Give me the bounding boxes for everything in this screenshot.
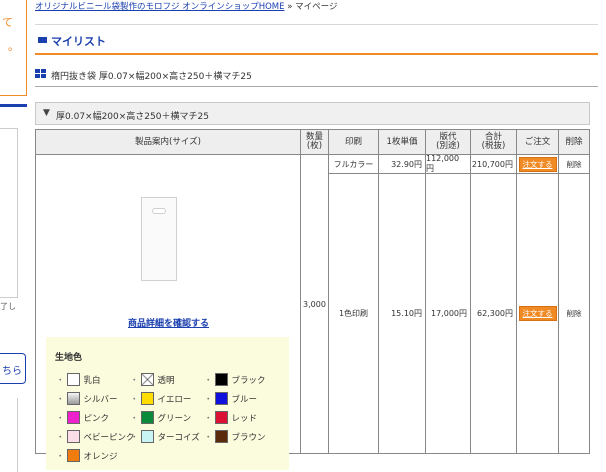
page-title-box: マイリスト xyxy=(35,24,598,55)
quantity-value: 3,000 xyxy=(303,299,326,309)
table-row-delete: 削除 xyxy=(559,155,589,174)
color-swatch xyxy=(214,373,228,386)
table-row-plate-fee: 17,000円 xyxy=(426,174,471,453)
table-row-total: 210,700円 xyxy=(471,155,517,174)
grid-icon xyxy=(35,69,47,79)
order-button[interactable]: 注文する xyxy=(518,156,557,172)
table-row-unit-price: 15.10円 xyxy=(379,174,426,453)
table-row-order: 注文する xyxy=(517,174,559,453)
bag-image xyxy=(141,197,177,281)
delete-link[interactable]: 削除 xyxy=(567,159,582,170)
color-option: ・ピンク xyxy=(56,411,109,424)
color-option: ・イエロー xyxy=(130,392,191,405)
size-collapse-toggle[interactable]: ▼ 厚0.07×幅200×高さ250＋横マチ25 xyxy=(35,102,590,125)
order-button[interactable]: 注文する xyxy=(518,306,557,321)
color-swatch xyxy=(66,430,80,443)
product-heading: 楕円抜き袋 厚0.07×幅200×高さ250＋横マチ25 xyxy=(35,60,598,87)
color-option: ・オレンジ xyxy=(56,449,118,462)
color-panel-title: 生地色 xyxy=(55,353,83,363)
left-sidebar-panel: て 。 xyxy=(0,0,27,96)
color-swatch xyxy=(66,392,80,405)
color-swatch xyxy=(140,373,154,386)
header-delete: 削除 xyxy=(559,130,589,155)
color-option: ・乳白 xyxy=(56,373,101,386)
header-print: 印刷 xyxy=(329,130,379,155)
color-swatch xyxy=(140,411,154,424)
color-swatch xyxy=(140,392,154,405)
color-swatch xyxy=(214,411,228,424)
header-product: 製品案内(サイズ) xyxy=(36,130,301,155)
header-plate-fee: 版代 (別途) xyxy=(426,130,471,155)
size-label: 厚0.07×幅200×高さ250＋横マチ25 xyxy=(56,112,209,122)
left-sidebar-box xyxy=(0,128,18,298)
header-unit-price: 1枚単価 xyxy=(379,130,426,155)
header-order: ご注文 xyxy=(517,130,559,155)
color-option: ・ベビーピンク xyxy=(56,430,135,443)
color-swatch xyxy=(140,430,154,443)
breadcrumb: オリジナルビニール袋製作のモロフジ オンラインショップHOME » マイページ xyxy=(35,0,337,12)
left-sidebar-divider xyxy=(0,104,27,107)
table-row-order: 注文する xyxy=(517,155,559,174)
header-quantity: 数量 (枚) xyxy=(301,130,329,155)
left-sidebar-button[interactable]: ちら xyxy=(0,353,26,384)
breadcrumb-current: マイページ xyxy=(295,2,338,12)
color-swatch xyxy=(214,430,228,443)
color-option: ・グリーン xyxy=(130,411,191,424)
delete-link[interactable]: 削除 xyxy=(567,308,582,319)
left-sidebar-text: て xyxy=(2,16,13,29)
color-option: ・ターコイズ xyxy=(130,430,200,443)
table-row-print: フルカラー xyxy=(329,155,379,174)
table-row-print: 1色印刷 xyxy=(329,174,379,453)
color-swatch xyxy=(214,392,228,405)
page-title: マイリスト xyxy=(51,35,106,48)
left-sidebar-box xyxy=(0,398,18,472)
left-sidebar-text: 。 xyxy=(8,40,19,53)
color-panel: 生地色 ・乳白 ・透明 ・ブラック ・シルバー ・イエロー ・ブルー ・ピンク … xyxy=(46,337,289,470)
table-row-delete: 削除 xyxy=(559,174,589,453)
color-option: ・ブルー xyxy=(204,392,257,405)
product-cell: 商品詳細を確認する 生地色 ・乳白 ・透明 ・ブラック ・シルバー ・イエロー … xyxy=(36,155,301,470)
header-total: 合計 (税抜) xyxy=(471,130,517,155)
title-square-icon xyxy=(38,37,47,43)
mylist-table: 製品案内(サイズ) 数量 (枚) 印刷 1枚単価 版代 (別途) 合計 (税抜)… xyxy=(35,129,590,470)
color-swatch xyxy=(66,449,80,462)
table-row-total: 62,300円 xyxy=(471,174,517,453)
table-row-plate-fee: 112,000円 xyxy=(426,154,471,174)
left-sidebar-small-text: 了し xyxy=(0,302,16,311)
product-heading-text: 楕円抜き袋 厚0.07×幅200×高さ250＋横マチ25 xyxy=(51,72,252,82)
color-option: ・レッド xyxy=(204,411,257,424)
color-swatch xyxy=(66,411,80,424)
color-option: ・シルバー xyxy=(56,392,118,405)
color-swatch xyxy=(66,373,80,386)
breadcrumb-home-link[interactable]: オリジナルビニール袋製作のモロフジ オンラインショップHOME xyxy=(35,2,285,12)
color-option: ・ブラック xyxy=(204,373,266,386)
color-option: ・透明 xyxy=(130,373,175,386)
triangle-down-icon: ▼ xyxy=(43,108,50,118)
table-row-unit-price: 32.90円 xyxy=(379,155,426,174)
breadcrumb-separator: » xyxy=(287,2,293,12)
product-detail-link[interactable]: 商品詳細を確認する xyxy=(36,316,301,329)
quantity-cell: 3,000 xyxy=(301,155,329,453)
color-option: ・ブラウン xyxy=(204,430,266,443)
